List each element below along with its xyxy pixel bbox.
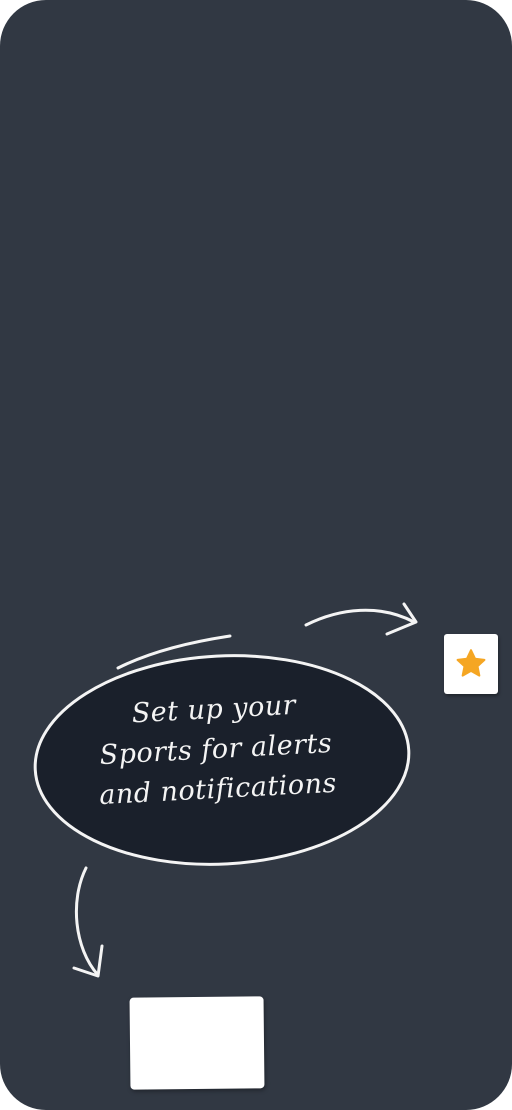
coach-mark-overlay[interactable]: Set up your Sports for alerts and notifi… [0,0,512,1110]
favorites-star-button[interactable] [444,634,498,694]
arrow-to-star [304,608,416,627]
arrow-to-bottom [74,866,100,977]
coach-mark-message: Set up your Sports for alerts and notifi… [53,682,379,819]
coach-mark-drawing [33,602,418,978]
sports-tab-highlight[interactable] [129,996,265,1090]
arrow-to-star-head [385,602,418,636]
star-icon [456,649,486,677]
